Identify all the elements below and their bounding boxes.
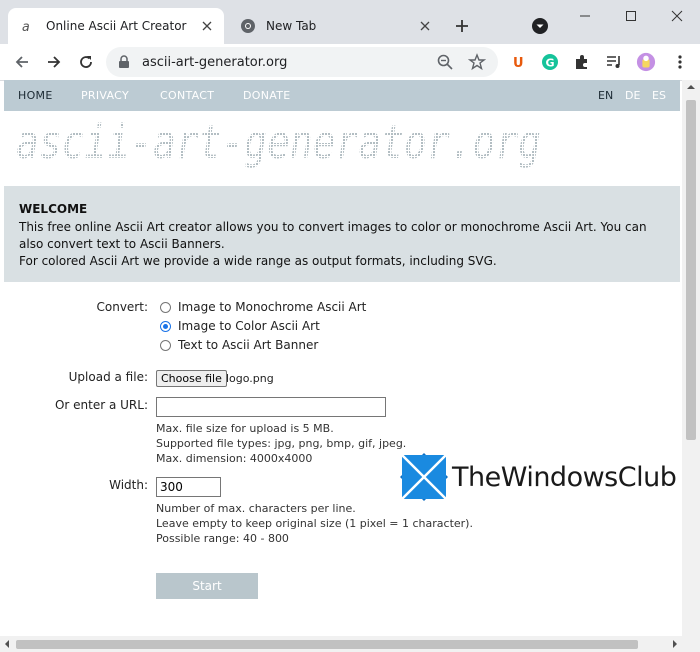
horizontal-scroll-thumb[interactable] <box>16 640 638 649</box>
browser-toolbar: ascii-art-generator.org U G <box>0 44 700 81</box>
svg-text:G: G <box>546 57 555 70</box>
web-page: HOME PRIVACY CONTACT DONATE EN DE ES asc… <box>4 80 680 636</box>
url-input[interactable] <box>156 397 386 417</box>
site-logo-text: ascii-art-generator.org <box>16 118 541 168</box>
media-playlist-icon[interactable] <box>604 52 624 72</box>
scroll-up-arrow-icon[interactable] <box>682 80 700 94</box>
welcome-text-line2: also convert text to Ascii Banners. <box>19 237 225 251</box>
welcome-heading: WELCOME <box>19 202 88 216</box>
width-label: Width: <box>109 478 148 492</box>
horizontal-scrollbar[interactable] <box>0 636 700 652</box>
lang-de-link[interactable]: DE <box>625 89 640 102</box>
scroll-right-arrow-icon[interactable] <box>668 636 682 652</box>
selected-file-name: logo.png <box>226 372 274 385</box>
lock-icon[interactable] <box>118 55 130 72</box>
address-bar[interactable]: ascii-art-generator.org <box>106 47 498 77</box>
new-tab-plus-icon[interactable] <box>450 14 474 38</box>
windowsclub-logo-icon <box>400 453 448 501</box>
profile-avatar-icon[interactable] <box>636 52 656 72</box>
watermark-text: TheWindowsClub <box>452 461 677 493</box>
nav-home-link[interactable]: HOME <box>18 89 53 102</box>
close-tab-icon[interactable] <box>416 17 434 35</box>
upload-help-dimension: Max. dimension: 4000x4000 <box>156 452 313 465</box>
welcome-text-line1: This free online Ascii Art creator allow… <box>19 220 647 234</box>
width-help-max: Number of max. characters per line. <box>156 502 356 515</box>
back-arrow-icon[interactable] <box>10 50 34 74</box>
vertical-scrollbar[interactable] <box>682 80 700 636</box>
url-text[interactable]: ascii-art-generator.org <box>142 55 287 70</box>
tab-new-tab[interactable]: New Tab <box>228 8 442 44</box>
close-tab-icon[interactable] <box>198 17 216 35</box>
convert-label: Convert: <box>96 300 149 314</box>
option-banner-label[interactable]: Text to Ascii Art Banner <box>178 338 318 352</box>
site-nav-bar: HOME PRIVACY CONTACT DONATE EN DE ES <box>4 80 680 111</box>
minimize-icon[interactable] <box>562 2 608 30</box>
chrome-menu-kebab-icon[interactable] <box>670 52 690 72</box>
width-help-empty: Leave empty to keep original size (1 pix… <box>156 517 473 530</box>
option-banner[interactable]: Text to Ascii Art Banner <box>160 338 318 352</box>
tab-title: Online Ascii Art Creator <box>46 19 187 33</box>
scroll-left-arrow-icon[interactable] <box>0 636 14 652</box>
reload-icon[interactable] <box>74 50 98 74</box>
lang-es-link[interactable]: ES <box>652 89 666 102</box>
svg-text:a: a <box>22 20 30 33</box>
start-button[interactable]: Start <box>156 573 258 599</box>
zoom-magnifier-icon[interactable] <box>436 53 454 74</box>
watermark: TheWindowsClub <box>400 453 677 501</box>
nav-privacy-link[interactable]: PRIVACY <box>81 89 129 102</box>
option-color[interactable]: Image to Color Ascii Art <box>160 319 320 333</box>
lang-en-link[interactable]: EN <box>598 89 613 102</box>
upload-help-types: Supported file types: jpg, png, bmp, gif… <box>156 437 407 450</box>
bookmark-star-icon[interactable] <box>467 53 487 74</box>
welcome-box: WELCOME This free online Ascii Art creat… <box>4 186 680 282</box>
upload-help-size: Max. file size for upload is 5 MB. <box>156 422 334 435</box>
tab-title: New Tab <box>266 19 317 33</box>
url-label: Or enter a URL: <box>54 398 148 412</box>
radio-color[interactable] <box>160 320 171 332</box>
tab-search-chevron-icon[interactable] <box>530 16 550 36</box>
option-monochrome[interactable]: Image to Monochrome Ascii Art <box>160 300 366 314</box>
option-monochrome-label[interactable]: Image to Monochrome Ascii Art <box>178 300 366 314</box>
choose-file-button[interactable]: Choose file <box>156 370 227 387</box>
tab-ascii-art-creator[interactable]: a Online Ascii Art Creator <box>8 8 224 44</box>
window-close-icon[interactable] <box>654 2 700 30</box>
nav-donate-link[interactable]: DONATE <box>243 89 291 102</box>
welcome-text-line3: For colored Ascii Art we provide a wide … <box>19 254 497 268</box>
width-input[interactable]: 300 <box>156 477 221 497</box>
ublock-extension-icon[interactable]: U <box>508 52 528 72</box>
nav-contact-link[interactable]: CONTACT <box>160 89 214 102</box>
forward-arrow-icon[interactable] <box>42 50 66 74</box>
chrome-icon <box>240 18 256 34</box>
site-logo: ascii-art-generator.org <box>16 118 541 168</box>
radio-banner[interactable] <box>160 339 171 351</box>
ascii-favicon-icon: a <box>20 18 36 34</box>
radio-monochrome[interactable] <box>160 301 171 313</box>
option-color-label[interactable]: Image to Color Ascii Art <box>178 319 320 333</box>
upload-label: Upload a file: <box>68 370 148 384</box>
svg-text:U: U <box>513 56 524 70</box>
tab-strip: a Online Ascii Art Creator New Tab <box>0 0 700 44</box>
grammarly-extension-icon[interactable]: G <box>540 52 560 72</box>
vertical-scroll-thumb[interactable] <box>686 100 696 440</box>
extensions-puzzle-icon[interactable] <box>572 52 592 72</box>
width-help-range: Possible range: 40 - 800 <box>156 532 289 545</box>
maximize-icon[interactable] <box>608 2 654 30</box>
